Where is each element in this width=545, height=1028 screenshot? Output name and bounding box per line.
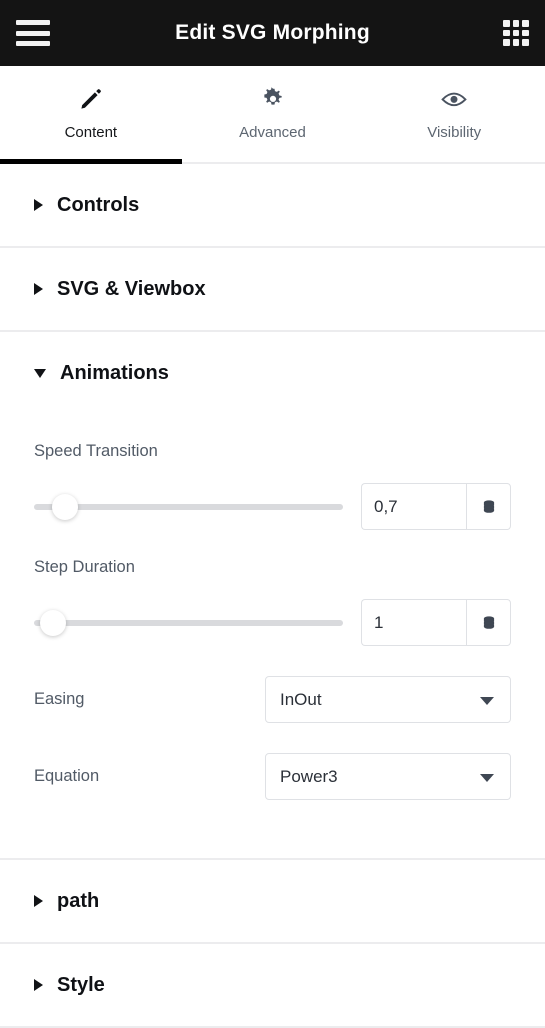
hamburger-bar — [16, 31, 50, 36]
database-stack-icon[interactable] — [466, 599, 511, 646]
equation-label: Equation — [34, 767, 265, 786]
equation-value: Power3 — [280, 767, 338, 787]
tab-visibility[interactable]: Visibility — [363, 66, 545, 162]
pencil-icon — [79, 87, 103, 111]
hamburger-menu-icon[interactable] — [16, 20, 50, 46]
grid-cell — [503, 39, 510, 46]
slider-track — [34, 504, 343, 510]
section-title: Style — [57, 974, 105, 997]
grid-cell — [503, 30, 510, 37]
chevron-down-icon — [34, 369, 46, 378]
grid-cell — [522, 39, 529, 46]
easing-value: InOut — [280, 690, 322, 710]
speed-transition-input[interactable] — [361, 483, 466, 530]
tab-label: Visibility — [427, 124, 481, 141]
equation-select[interactable]: Power3 — [265, 753, 511, 800]
slider-thumb[interactable] — [52, 494, 78, 520]
tab-bar: Content Advanced Visibility — [0, 66, 545, 164]
section-header-path[interactable]: path — [0, 860, 545, 942]
easing-select[interactable]: InOut — [265, 676, 511, 723]
grid-cell — [522, 30, 529, 37]
grid-cell — [522, 20, 529, 27]
chevron-down-icon — [480, 774, 494, 782]
app-header: Edit SVG Morphing — [0, 0, 545, 66]
chevron-right-icon — [34, 199, 43, 211]
section-header-svg-viewbox[interactable]: SVG & Viewbox — [0, 248, 545, 330]
slider-thumb[interactable] — [40, 610, 66, 636]
section-title: Controls — [57, 194, 139, 217]
tab-label: Advanced — [239, 124, 306, 141]
chevron-right-icon — [34, 895, 43, 907]
section-path: path — [0, 860, 545, 944]
speed-transition-slider[interactable] — [34, 494, 343, 520]
section-title: SVG & Viewbox — [57, 278, 206, 301]
hamburger-bar — [16, 20, 50, 25]
section-animations: Animations Speed Transition — [0, 332, 545, 860]
eye-icon — [441, 87, 467, 111]
grid-cell — [513, 39, 520, 46]
section-title: Animations — [60, 362, 169, 385]
section-header-controls[interactable]: Controls — [0, 164, 545, 246]
easing-label: Easing — [34, 690, 265, 709]
section-svg-viewbox: SVG & Viewbox — [0, 248, 545, 332]
grid-cell — [503, 20, 510, 27]
step-duration-slider[interactable] — [34, 610, 343, 636]
hamburger-bar — [16, 41, 50, 46]
tab-label: Content — [65, 124, 118, 141]
field-step-duration: Step Duration — [34, 558, 511, 646]
field-easing: Easing InOut — [34, 676, 511, 723]
chevron-down-icon — [480, 697, 494, 705]
field-speed-transition: Speed Transition — [34, 442, 511, 530]
section-header-animations[interactable]: Animations — [0, 332, 545, 414]
step-duration-input-group — [361, 599, 511, 646]
section-controls: Controls — [0, 164, 545, 248]
page-title: Edit SVG Morphing — [0, 21, 545, 45]
tab-advanced[interactable]: Advanced — [182, 66, 364, 162]
speed-transition-label: Speed Transition — [34, 442, 511, 461]
section-title: path — [57, 890, 99, 913]
tab-content[interactable]: Content — [0, 66, 182, 162]
slider-track — [34, 620, 343, 626]
step-duration-input[interactable] — [361, 599, 466, 646]
grid-cell — [513, 20, 520, 27]
animations-body: Speed Transition — [0, 442, 545, 858]
chevron-right-icon — [34, 979, 43, 991]
step-duration-label: Step Duration — [34, 558, 511, 577]
database-stack-icon[interactable] — [466, 483, 511, 530]
section-style: Style — [0, 944, 545, 1028]
field-equation: Equation Power3 — [34, 753, 511, 800]
grid-apps-icon[interactable] — [503, 20, 529, 46]
grid-cell — [513, 30, 520, 37]
speed-transition-input-group — [361, 483, 511, 530]
chevron-right-icon — [34, 283, 43, 295]
gear-icon — [261, 87, 285, 111]
section-header-style[interactable]: Style — [0, 944, 545, 1026]
